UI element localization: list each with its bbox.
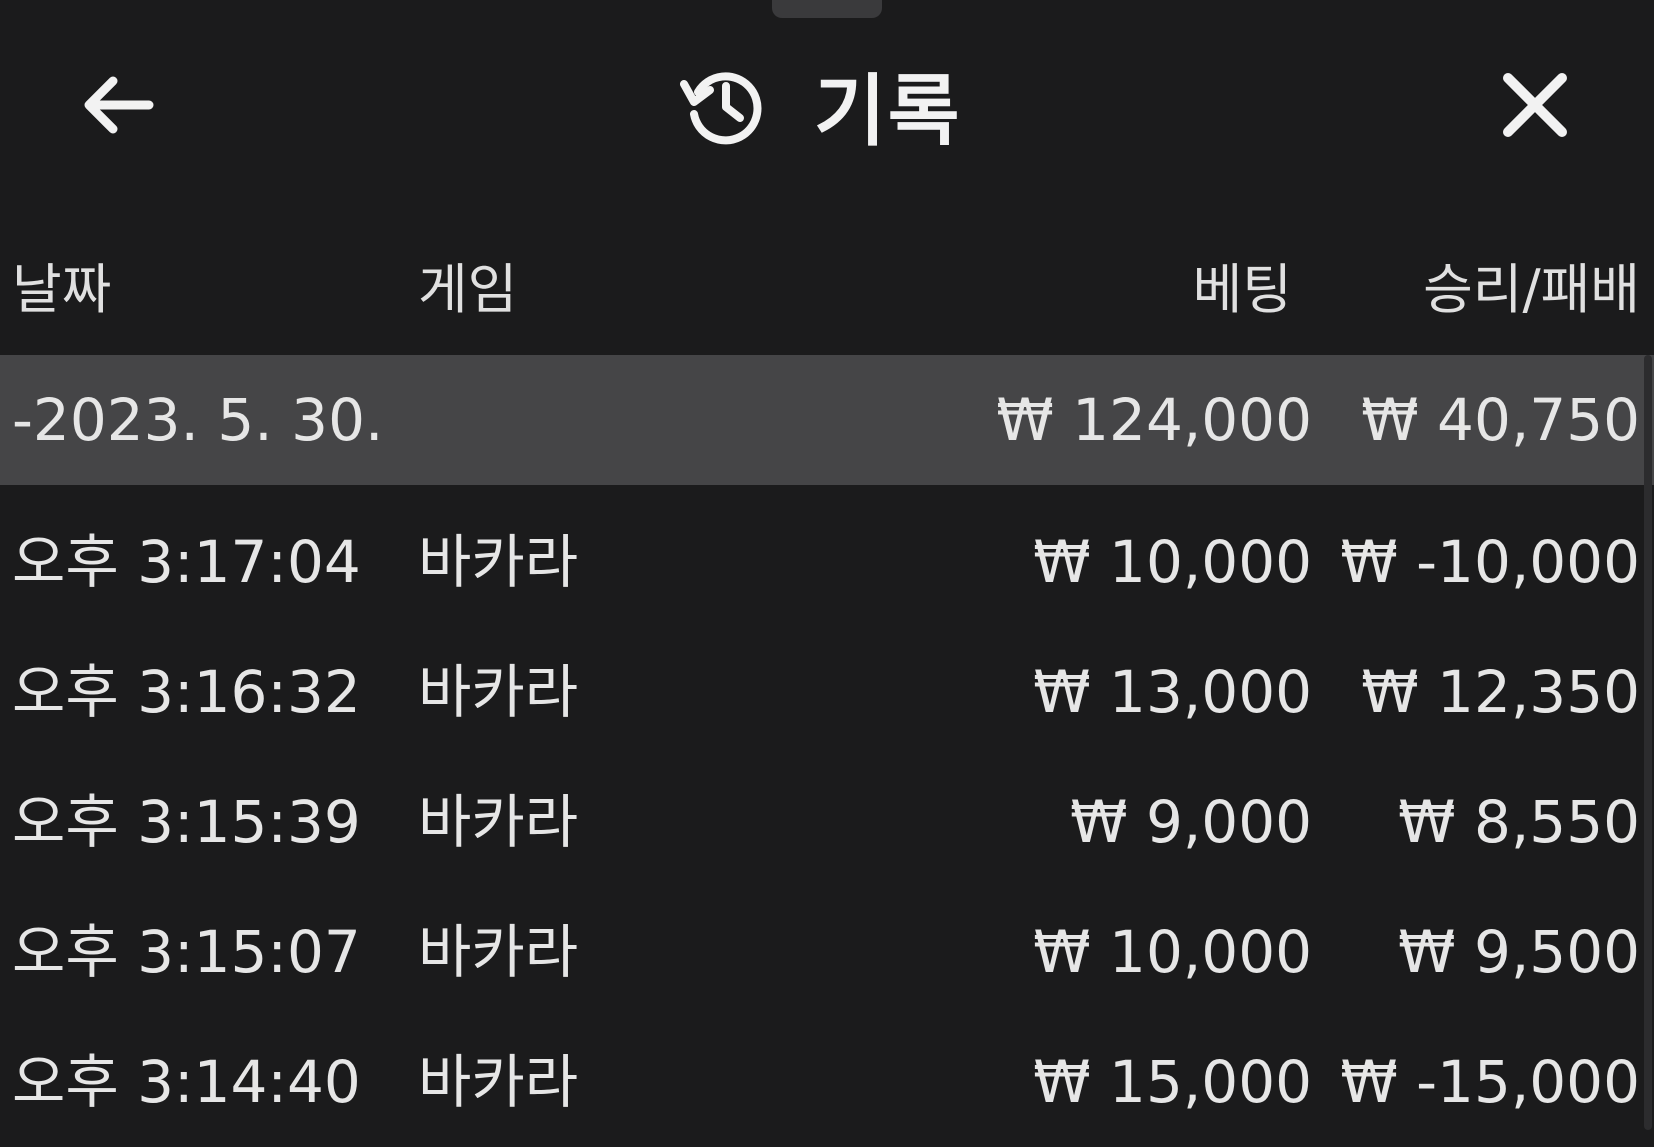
row-date: 오후 3:17:04	[12, 528, 361, 596]
arrow-left-icon	[84, 76, 154, 134]
close-button[interactable]	[1490, 60, 1580, 150]
column-header-result: 승리/패배	[1423, 258, 1640, 321]
page-title: 기록	[814, 67, 962, 157]
back-button[interactable]	[72, 65, 162, 145]
row-result: ₩ 9,500	[1398, 918, 1640, 986]
row-bet: ₩ 9,000	[1070, 788, 1312, 856]
row-game: 바카라	[418, 918, 579, 986]
table-row[interactable]: 오후 3:15:39 바카라 ₩ 9,000 ₩ 8,550	[0, 757, 1654, 887]
row-date: 오후 3:15:39	[12, 788, 361, 856]
summary-row[interactable]: -2023. 5. 30. ₩ 124,000 ₩ 40,750	[0, 355, 1654, 485]
row-game: 바카라	[418, 658, 579, 726]
row-bet: ₩ 10,000	[1033, 528, 1312, 596]
table-row[interactable]: 오후 3:14:40 바카라 ₩ 15,000 ₩ -15,000	[0, 1017, 1654, 1147]
row-bet: ₩ 13,000	[1033, 658, 1312, 726]
table-row[interactable]: 오후 3:15:07 바카라 ₩ 10,000 ₩ 9,500	[0, 887, 1654, 1017]
row-game: 바카라	[418, 788, 579, 856]
row-result: ₩ -10,000	[1340, 528, 1640, 596]
summary-result: ₩ 40,750	[1361, 386, 1640, 454]
row-game: 바카라	[418, 1048, 579, 1116]
row-game: 바카라	[418, 528, 579, 596]
row-result: ₩ 8,550	[1398, 788, 1640, 856]
title-group: 기록	[680, 60, 962, 157]
drag-handle[interactable]	[772, 0, 882, 18]
table-row[interactable]: 오후 3:16:32 바카라 ₩ 13,000 ₩ 12,350	[0, 627, 1654, 757]
row-date: 오후 3:15:07	[12, 918, 361, 986]
summary-date: -2023. 5. 30.	[12, 386, 384, 454]
column-header-date: 날짜	[12, 258, 112, 321]
row-bet: ₩ 15,000	[1033, 1048, 1312, 1116]
close-icon	[1503, 73, 1567, 137]
column-header-game: 게임	[418, 258, 518, 321]
row-result: ₩ -15,000	[1340, 1048, 1640, 1116]
row-result: ₩ 12,350	[1361, 658, 1640, 726]
row-date: 오후 3:16:32	[12, 658, 361, 726]
history-icon	[680, 72, 762, 145]
row-bet: ₩ 10,000	[1033, 918, 1312, 986]
scrollbar[interactable]	[1644, 355, 1652, 1130]
header: 기록	[0, 30, 1654, 180]
row-date: 오후 3:14:40	[12, 1048, 361, 1116]
column-header-bet: 베팅	[1192, 258, 1292, 321]
table-row[interactable]: 오후 3:17:04 바카라 ₩ 10,000 ₩ -10,000	[0, 497, 1654, 627]
summary-bet: ₩ 124,000	[996, 386, 1312, 454]
